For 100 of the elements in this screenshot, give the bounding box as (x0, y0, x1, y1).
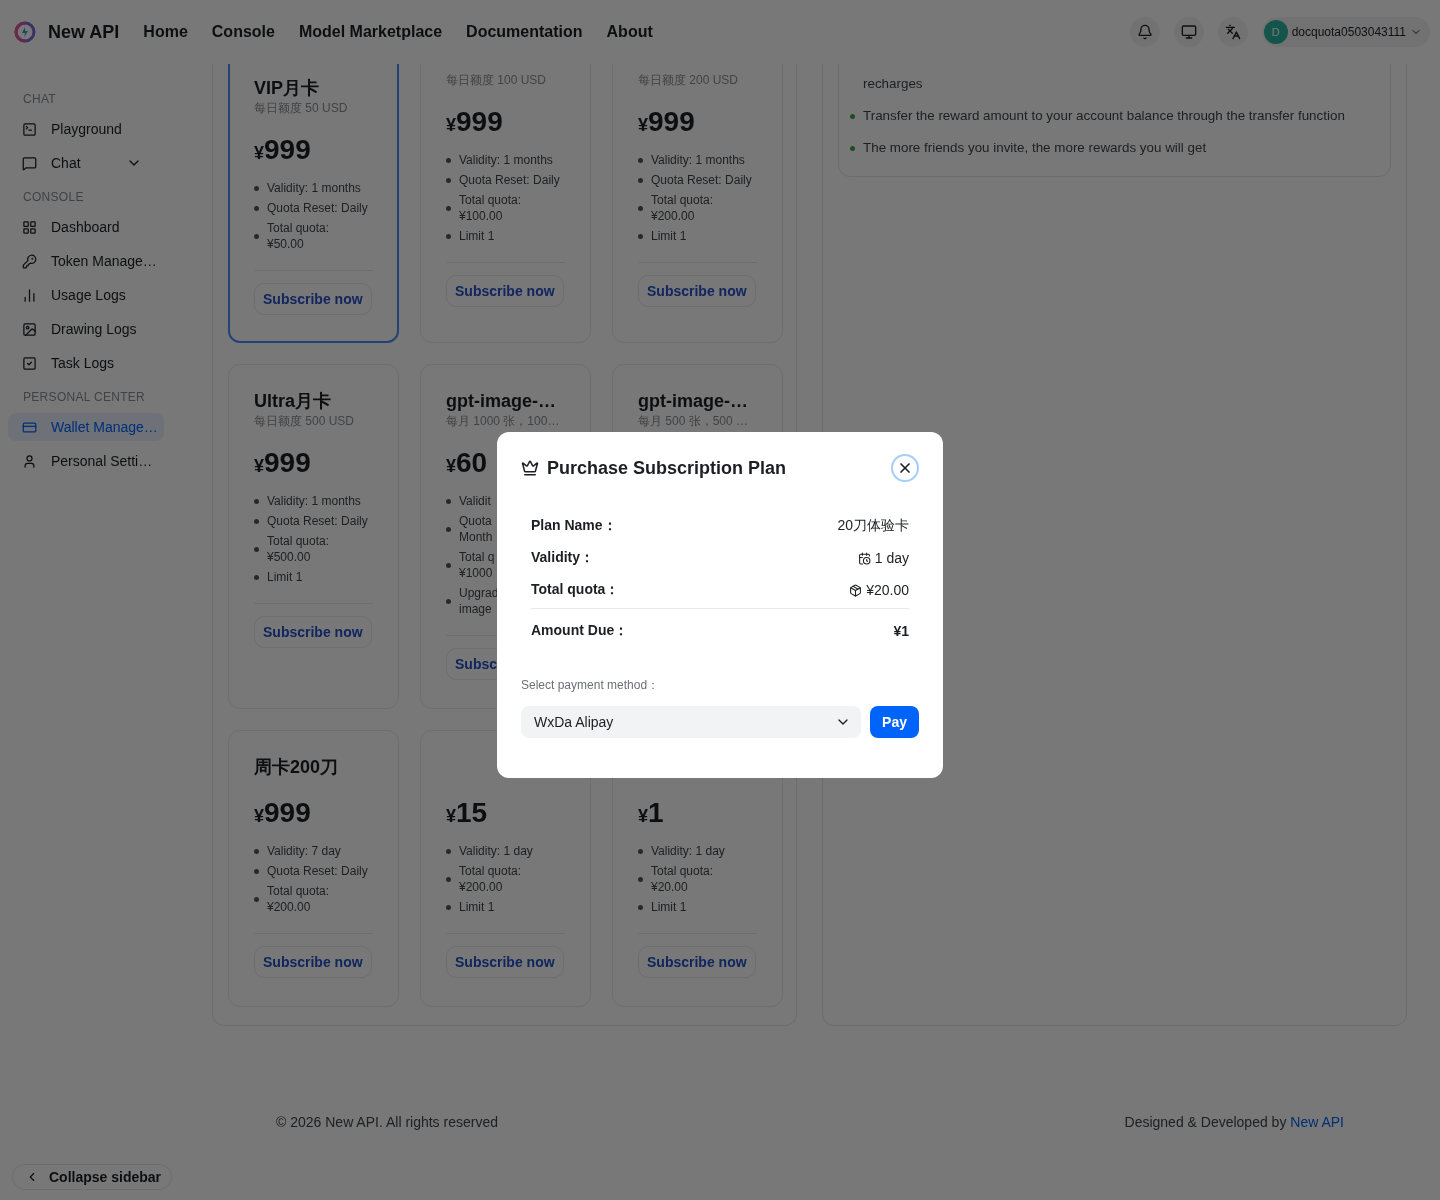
plan-price: 999 (456, 106, 503, 138)
sidebar-item[interactable]: Task Logs (8, 349, 164, 377)
translate-icon (1224, 24, 1241, 40)
display-button[interactable] (1173, 17, 1204, 47)
bullet-icon (638, 177, 643, 183)
sidebar-item[interactable]: Playground (8, 115, 164, 143)
sidebar-item[interactable]: Dashboard (8, 213, 164, 241)
bullet-icon (638, 848, 643, 854)
bullet-icon (638, 157, 643, 163)
currency-symbol: ¥ (446, 115, 456, 136)
close-button[interactable] (891, 454, 919, 482)
payment-method-select[interactable]: WxDa Alipay (521, 706, 862, 738)
collapse-sidebar-button[interactable]: Collapse sidebar (12, 1164, 173, 1190)
nav-link[interactable]: About (606, 23, 653, 41)
plan-title: gpt-image-… (446, 390, 557, 413)
plan-feature: Limit 1 (651, 228, 687, 244)
bullet-icon (446, 598, 451, 604)
bullet-icon (638, 904, 643, 910)
plan-feature: Limit 1 (651, 899, 687, 915)
plan-feature: Total q ¥1000 (459, 549, 495, 581)
bullet-icon (254, 896, 259, 902)
language-button[interactable] (1217, 17, 1248, 47)
checkbox-icon (22, 355, 37, 371)
plan-price: 999 (264, 447, 311, 479)
notifications-button[interactable] (1129, 17, 1160, 47)
plan-feature: Total quota: ¥200.00 (267, 883, 330, 915)
subscribe-button[interactable]: Subscribe now (254, 946, 372, 978)
sidebar-item[interactable]: Wallet Manage… (8, 413, 164, 441)
section-label: CONSOLE (22, 189, 85, 206)
bullet-icon (254, 233, 259, 239)
bullet-icon (254, 518, 259, 524)
subscribe-button[interactable]: Subscribe now (254, 616, 372, 648)
nav-link[interactable]: Home (143, 23, 188, 41)
plan-feature: Quota Month (459, 513, 493, 545)
detail-label: Plan Name： (531, 517, 617, 535)
plan-price: 999 (648, 106, 695, 138)
bullet-icon (446, 157, 451, 163)
plan-feature: Validity: 1 months (651, 152, 745, 168)
currency-symbol: ¥ (254, 143, 264, 164)
grid-icon (22, 219, 37, 235)
bullet-icon (254, 205, 259, 211)
plan-price: 999 (264, 797, 311, 829)
plan-feature: Total quota: ¥200.00 (459, 863, 522, 895)
plan-title: VIP月卡 (254, 77, 320, 100)
rule-text: Transfer the reward amount to your account balance through the transfer function (863, 107, 1345, 125)
sidebar-item[interactable]: Chat (8, 149, 164, 177)
image-icon (22, 321, 37, 337)
key-icon (22, 253, 37, 269)
terminal-icon (22, 121, 37, 137)
plan-feature: Quota Reset: Daily (267, 513, 368, 529)
bullet-icon (850, 114, 855, 119)
plan-feature: Total quota: ¥200.00 (651, 192, 714, 224)
plan-feature: Validity: 1 months (267, 493, 361, 509)
plan-feature: Total quota: ¥20.00 (651, 863, 714, 895)
bullet-icon (254, 185, 259, 191)
plan-feature: Validity: 7 day (267, 843, 341, 859)
currency-symbol: ¥ (638, 115, 648, 136)
sidebar-item[interactable]: Drawing Logs (8, 315, 164, 343)
bullet-icon (638, 205, 643, 211)
sidebar-item[interactable]: Token Manage… (8, 247, 164, 275)
currency-symbol: ¥ (446, 456, 456, 477)
bullet-icon (254, 574, 259, 580)
dialog-title: Purchase Subscription Plan (547, 457, 788, 479)
logo-icon (14, 21, 36, 43)
subscribe-button[interactable]: Subscribe now (446, 946, 564, 978)
nav-link[interactable]: Model Marketplace (298, 23, 443, 41)
close-icon (897, 460, 913, 476)
bullet-icon (446, 904, 451, 910)
bullet-icon (254, 868, 259, 874)
detail-label: Total quota： (531, 581, 620, 599)
bell-icon (1136, 24, 1153, 40)
currency-symbol: ¥ (446, 806, 456, 827)
bullet-icon (254, 848, 259, 854)
bullet-icon (254, 546, 259, 552)
detail-label: Validity： (531, 549, 595, 567)
nav-link[interactable]: Console (211, 23, 275, 41)
sidebar-item[interactable]: Usage Logs (8, 281, 164, 309)
plan-feature: Validity: 1 months (267, 180, 361, 196)
bullet-icon (446, 848, 451, 854)
bullet-icon (446, 205, 451, 211)
calendar-clock-icon (857, 551, 871, 565)
pay-button[interactable]: Pay (870, 706, 919, 738)
plan-feature: Quota Reset: Daily (267, 200, 368, 216)
subscribe-button[interactable]: Subscribe now (446, 275, 564, 307)
plan-feature: Quota Reset: Daily (651, 172, 752, 188)
subscribe-button[interactable]: Subscribe now (254, 283, 372, 315)
plan-feature: Validity: 1 day (651, 843, 725, 859)
nav-link[interactable]: Documentation (466, 23, 583, 41)
monitor-icon (1180, 24, 1197, 40)
sidebar-item[interactable]: Personal Setti… (8, 447, 164, 475)
user-menu[interactable]: D docquota0503043111 (1261, 17, 1430, 47)
subscribe-button[interactable]: Subscribe now (638, 275, 756, 307)
plan-price: 999 (264, 134, 311, 166)
copyright-text: © 2026 New API. All rights reserved (276, 1114, 498, 1130)
payment-method-label: Select payment method： (521, 677, 661, 694)
credit-link[interactable]: New API (1290, 1114, 1344, 1130)
bullet-icon (850, 146, 855, 151)
subscribe-button[interactable]: Subscribe now (638, 946, 756, 978)
card-icon (22, 419, 37, 435)
bullet-icon (446, 498, 451, 504)
